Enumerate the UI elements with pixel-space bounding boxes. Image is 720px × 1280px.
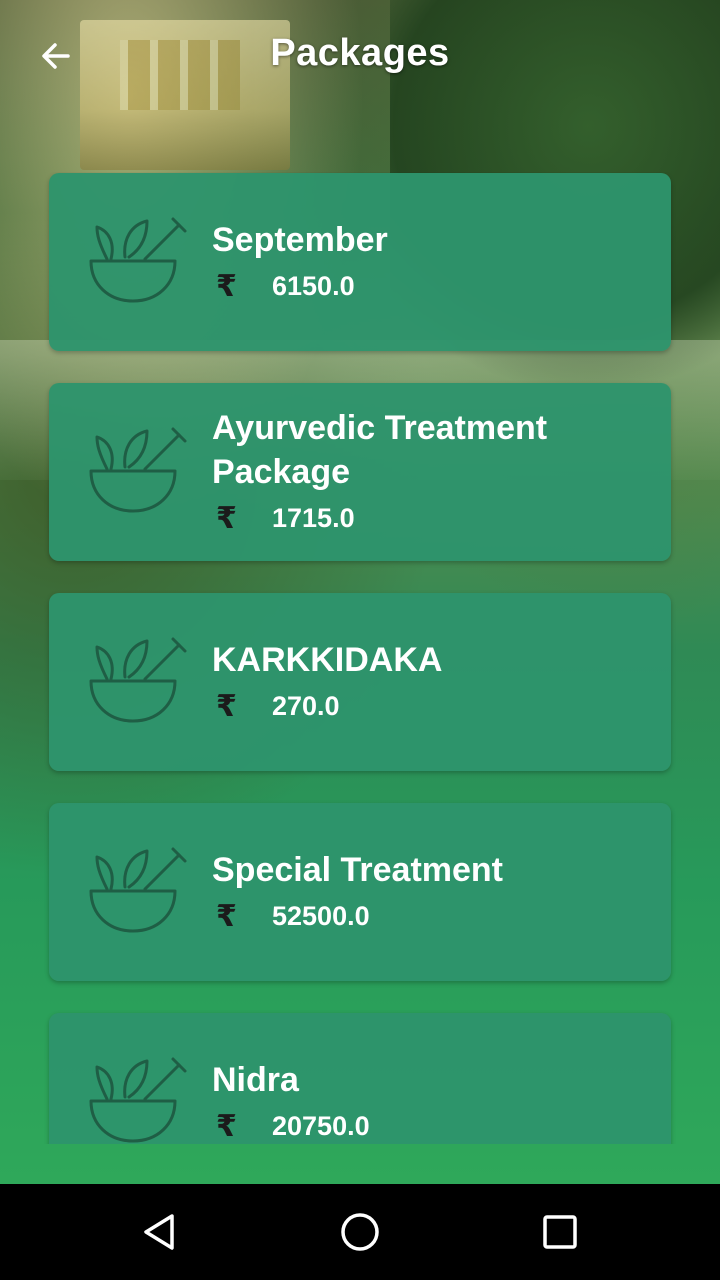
package-price: 270.0 xyxy=(272,690,340,721)
package-text: KARKKIDAKA ₹ 270.0 xyxy=(212,638,651,726)
package-text: Nidra ₹ 20750.0 xyxy=(212,1058,651,1144)
triangle-back-icon xyxy=(144,1214,174,1250)
package-name: KARKKIDAKA xyxy=(212,641,443,679)
square-recents-icon xyxy=(543,1215,577,1249)
rupee-icon: ₹ xyxy=(216,689,237,723)
mortar-pestle-herb-icon xyxy=(89,217,187,303)
package-name: September xyxy=(212,221,388,259)
rupee-icon: ₹ xyxy=(216,269,237,303)
screen-background: Packages September ₹ 6150.0 Ayurvedic Tr… xyxy=(0,0,720,1184)
package-text: September ₹ 6150.0 xyxy=(212,218,651,306)
rupee-icon: ₹ xyxy=(216,501,237,535)
nav-home-button[interactable] xyxy=(330,1202,390,1262)
rupee-icon: ₹ xyxy=(216,1109,237,1143)
system-nav-bar xyxy=(0,1184,720,1280)
package-card[interactable]: Nidra ₹ 20750.0 xyxy=(49,1013,671,1144)
package-card[interactable]: Special Treatment ₹ 52500.0 xyxy=(49,803,671,981)
mortar-pestle-herb-icon xyxy=(89,427,187,513)
nav-recents-button[interactable] xyxy=(530,1202,590,1262)
package-name: Special Treatment xyxy=(212,851,504,889)
package-price: 20750.0 xyxy=(272,1110,370,1141)
page-title: Packages xyxy=(270,32,450,74)
package-price: 52500.0 xyxy=(272,900,370,931)
nav-back-button[interactable] xyxy=(130,1202,190,1262)
package-text: Special Treatment ₹ 52500.0 xyxy=(212,848,651,936)
price-row: ₹ 6150.0 xyxy=(212,266,651,306)
package-text: Ayurvedic Treatment Package ₹ 1715.0 xyxy=(212,406,651,538)
price-row: ₹ 52500.0 xyxy=(212,896,651,936)
price-row: ₹ 270.0 xyxy=(212,686,651,726)
mortar-pestle-herb-icon xyxy=(89,637,187,723)
package-card[interactable]: KARKKIDAKA ₹ 270.0 xyxy=(49,593,671,771)
package-name: Nidra xyxy=(212,1061,299,1099)
app-bar: Packages xyxy=(0,0,720,112)
package-price: 1715.0 xyxy=(272,502,355,533)
package-card[interactable]: September ₹ 6150.0 xyxy=(49,173,671,351)
circle-home-icon xyxy=(341,1213,379,1251)
package-list[interactable]: September ₹ 6150.0 Ayurvedic Treatment P… xyxy=(0,172,720,1144)
package-card[interactable]: Ayurvedic Treatment Package ₹ 1715.0 xyxy=(49,383,671,561)
rupee-icon: ₹ xyxy=(216,899,237,933)
price-row: ₹ 1715.0 xyxy=(212,498,651,538)
mortar-pestle-herb-icon xyxy=(89,847,187,933)
package-price: 6150.0 xyxy=(272,270,355,301)
package-name: Ayurvedic Treatment Package xyxy=(212,409,548,491)
mortar-pestle-herb-icon xyxy=(89,1057,187,1143)
price-row: ₹ 20750.0 xyxy=(212,1106,651,1144)
